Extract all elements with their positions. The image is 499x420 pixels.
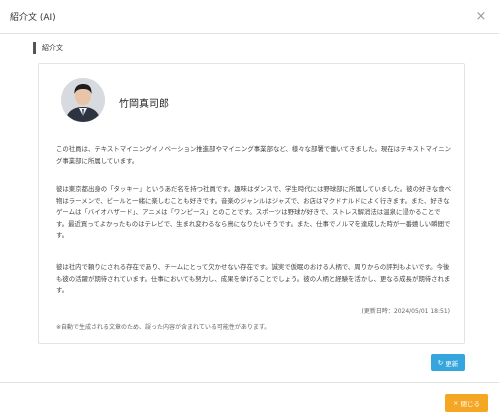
updated-timestamp: (更新日時：2024/05/01 18:51) bbox=[361, 308, 450, 315]
footer-divider bbox=[0, 382, 499, 383]
ai-disclaimer: ※自動で生成される文章のため、誤った内容が含まれている可能性があります。 bbox=[56, 324, 271, 331]
close-icon: × bbox=[453, 399, 459, 407]
ai-intro-modal: 紹介文 (AI) × 紹介文 竹岡真司郎 この社員は、テキストマイニングイノベー… bbox=[0, 0, 499, 420]
close-button-label: 閉じる bbox=[460, 400, 480, 408]
refresh-button[interactable]: ↻ 更新 bbox=[431, 354, 465, 371]
intro-card: 竹岡真司郎 この社員は、テキストマイニングイノベーション推進部やマイニング事業部… bbox=[38, 63, 465, 344]
intro-paragraph-1: この社員は、テキストマイニングイノベーション推進部やマイニング事業部など、様々な… bbox=[56, 145, 451, 165]
intro-paragraph-2: 彼は東京都出身の「タッキー」というあだ名を持つ社員です。趣味はダンスで、学生時代… bbox=[56, 185, 451, 240]
refresh-button-label: 更新 bbox=[445, 359, 459, 368]
section-label: 紹介文 bbox=[33, 42, 63, 54]
close-button[interactable]: × 閉じる bbox=[445, 394, 488, 412]
refresh-icon: ↻ bbox=[437, 358, 444, 367]
person-photo-icon bbox=[61, 78, 105, 122]
intro-paragraph-3: 彼は社内で頼りにされる存在であり、チームにとって欠かせない存在です。誠実で仮眠の… bbox=[56, 263, 451, 295]
modal-close-icon[interactable]: × bbox=[473, 9, 489, 25]
modal-title: 紹介文 (AI) bbox=[10, 13, 56, 23]
person-name: 竹岡真司郎 bbox=[119, 99, 169, 110]
modal-header: 紹介文 (AI) × bbox=[0, 0, 499, 34]
avatar bbox=[61, 78, 105, 122]
